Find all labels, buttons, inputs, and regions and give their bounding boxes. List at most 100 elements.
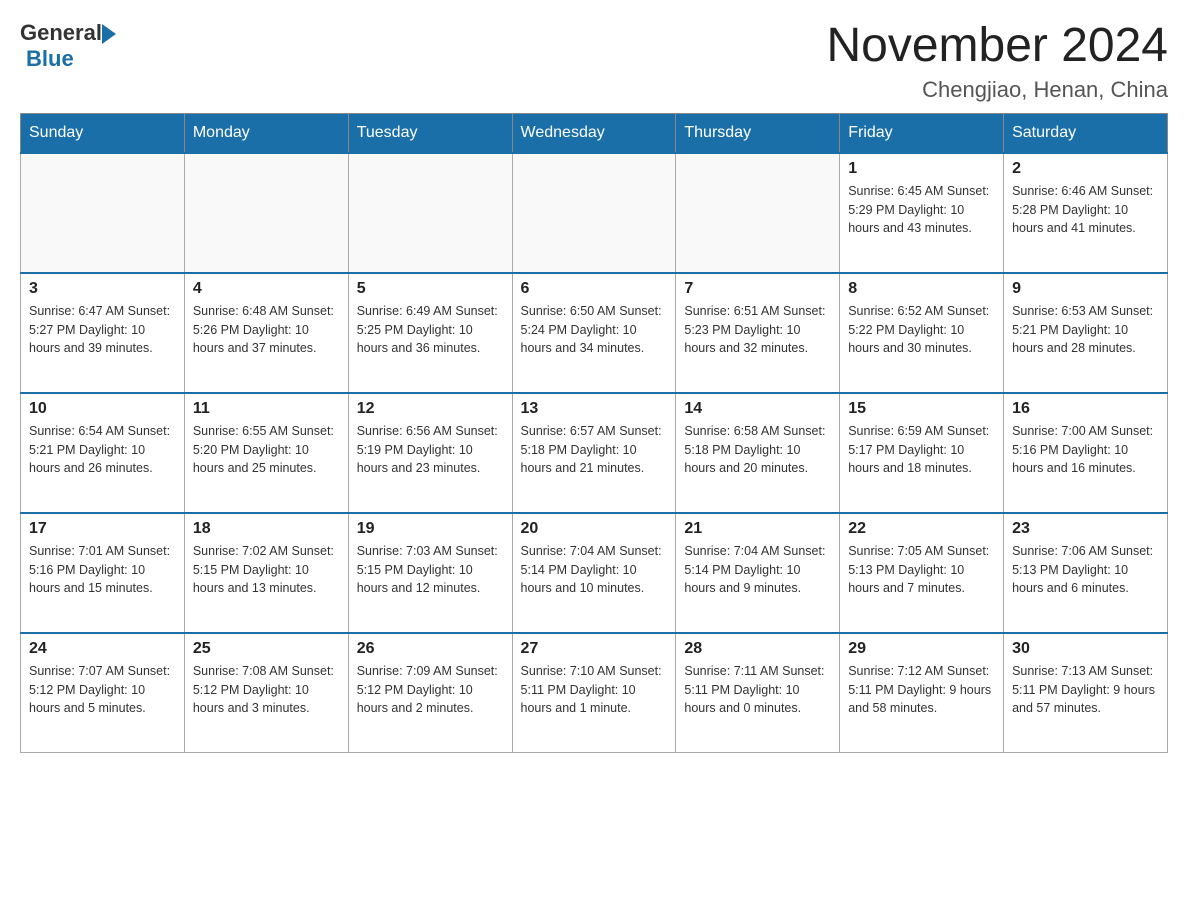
day-cell: 21Sunrise: 7:04 AM Sunset: 5:14 PM Dayli… (676, 513, 840, 633)
day-cell: 5 Sunrise: 6:49 AM Sunset: 5:25 PM Daylig… (348, 273, 512, 393)
week-row-4: 17Sunrise: 7:01 AM Sunset: 5:16 PM Dayli… (21, 513, 1168, 633)
day-number: 13 (521, 400, 668, 418)
day-number: 22 (848, 520, 995, 538)
day-cell: 3 Sunrise: 6:47 AM Sunset: 5:27 PM Daylig… (21, 273, 185, 393)
day-number: 15 (848, 400, 995, 418)
day-cell: 16 Sunrise: 7:00 AM Sunset: 5:16 PM Dayli… (1004, 393, 1168, 513)
week-row-5: 24 Sunrise: 7:07 AM Sunset: 5:12 PM Dayli… (21, 633, 1168, 753)
calendar-title-section: November 2024 Chengjiao, Henan, China (826, 20, 1168, 103)
day-cell: 30 Sunrise: 7:13 AM Sunset: 5:11 PM Dayli… (1004, 633, 1168, 753)
day-cell: 19 Sunrise: 7:03 AM Sunset: 5:15 PM Dayli… (348, 513, 512, 633)
day-info: Sunrise: 7:11 AM Sunset: 5:11 PM Dayligh… (684, 662, 831, 718)
day-number: 10 (29, 400, 176, 418)
day-cell: 13Sunrise: 6:57 AM Sunset: 5:18 PM Dayli… (512, 393, 676, 513)
day-info: Sunrise: 7:07 AM Sunset: 5:12 PM Dayligh… (29, 662, 176, 718)
day-info: Sunrise: 6:58 AM Sunset: 5:18 PM Dayligh… (684, 422, 831, 478)
day-number: 27 (521, 640, 668, 658)
week-row-2: 3 Sunrise: 6:47 AM Sunset: 5:27 PM Daylig… (21, 273, 1168, 393)
day-cell: 25 Sunrise: 7:08 AM Sunset: 5:12 PM Dayli… (184, 633, 348, 753)
day-info: Sunrise: 7:08 AM Sunset: 5:12 PM Dayligh… (193, 662, 340, 718)
day-cell: 12 Sunrise: 6:56 AM Sunset: 5:19 PM Dayli… (348, 393, 512, 513)
day-cell: 18 Sunrise: 7:02 AM Sunset: 5:15 PM Dayli… (184, 513, 348, 633)
day-info: Sunrise: 6:54 AM Sunset: 5:21 PM Dayligh… (29, 422, 176, 478)
day-number: 4 (193, 280, 340, 298)
day-info: Sunrise: 6:53 AM Sunset: 5:21 PM Dayligh… (1012, 302, 1159, 358)
col-friday: Friday (840, 113, 1004, 153)
day-cell: 14 Sunrise: 6:58 AM Sunset: 5:18 PM Dayli… (676, 393, 840, 513)
day-cell: 2 Sunrise: 6:46 AM Sunset: 5:28 PM Daylig… (1004, 153, 1168, 273)
col-tuesday: Tuesday (348, 113, 512, 153)
day-info: Sunrise: 7:05 AM Sunset: 5:13 PM Dayligh… (848, 542, 995, 598)
day-number: 18 (193, 520, 340, 538)
day-number: 9 (1012, 280, 1159, 298)
day-number: 11 (193, 400, 340, 418)
day-info: Sunrise: 6:59 AM Sunset: 5:17 PM Dayligh… (848, 422, 995, 478)
day-cell (184, 153, 348, 273)
location-title: Chengjiao, Henan, China (826, 77, 1168, 103)
day-number: 1 (848, 160, 995, 178)
day-cell: 28Sunrise: 7:11 AM Sunset: 5:11 PM Dayli… (676, 633, 840, 753)
day-cell: 4 Sunrise: 6:48 AM Sunset: 5:26 PM Daylig… (184, 273, 348, 393)
day-number: 14 (684, 400, 831, 418)
col-sunday: Sunday (21, 113, 185, 153)
day-number: 19 (357, 520, 504, 538)
day-cell: 7 Sunrise: 6:51 AM Sunset: 5:23 PM Daylig… (676, 273, 840, 393)
day-cell (676, 153, 840, 273)
col-wednesday: Wednesday (512, 113, 676, 153)
day-info: Sunrise: 6:47 AM Sunset: 5:27 PM Dayligh… (29, 302, 176, 358)
col-monday: Monday (184, 113, 348, 153)
day-info: Sunrise: 7:10 AM Sunset: 5:11 PM Dayligh… (521, 662, 668, 718)
day-cell: 24 Sunrise: 7:07 AM Sunset: 5:12 PM Dayli… (21, 633, 185, 753)
day-number: 6 (521, 280, 668, 298)
day-number: 26 (357, 640, 504, 658)
day-cell (512, 153, 676, 273)
day-info: Sunrise: 7:03 AM Sunset: 5:15 PM Dayligh… (357, 542, 504, 598)
week-row-1: 1 Sunrise: 6:45 AM Sunset: 5:29 PM Daylig… (21, 153, 1168, 273)
day-number: 24 (29, 640, 176, 658)
day-number: 16 (1012, 400, 1159, 418)
day-info: Sunrise: 6:48 AM Sunset: 5:26 PM Dayligh… (193, 302, 340, 358)
page-header: General Blue November 2024 Chengjiao, He… (20, 20, 1168, 103)
day-info: Sunrise: 6:50 AM Sunset: 5:24 PM Dayligh… (521, 302, 668, 358)
logo-blue-text: Blue (26, 46, 74, 71)
day-info: Sunrise: 7:04 AM Sunset: 5:14 PM Dayligh… (521, 542, 668, 598)
day-number: 3 (29, 280, 176, 298)
day-info: Sunrise: 7:09 AM Sunset: 5:12 PM Dayligh… (357, 662, 504, 718)
day-cell: 20 Sunrise: 7:04 AM Sunset: 5:14 PM Dayli… (512, 513, 676, 633)
day-number: 29 (848, 640, 995, 658)
day-info: Sunrise: 6:51 AM Sunset: 5:23 PM Dayligh… (684, 302, 831, 358)
day-cell: 15 Sunrise: 6:59 AM Sunset: 5:17 PM Dayli… (840, 393, 1004, 513)
day-cell: 6 Sunrise: 6:50 AM Sunset: 5:24 PM Daylig… (512, 273, 676, 393)
col-saturday: Saturday (1004, 113, 1168, 153)
day-number: 5 (357, 280, 504, 298)
day-info: Sunrise: 7:13 AM Sunset: 5:11 PM Dayligh… (1012, 662, 1159, 718)
logo-general-text: General (20, 20, 102, 46)
calendar-table: Sunday Monday Tuesday Wednesday Thursday… (20, 113, 1168, 754)
day-cell: 1 Sunrise: 6:45 AM Sunset: 5:29 PM Daylig… (840, 153, 1004, 273)
day-info: Sunrise: 6:56 AM Sunset: 5:19 PM Dayligh… (357, 422, 504, 478)
day-info: Sunrise: 7:00 AM Sunset: 5:16 PM Dayligh… (1012, 422, 1159, 478)
day-info: Sunrise: 6:55 AM Sunset: 5:20 PM Dayligh… (193, 422, 340, 478)
day-number: 25 (193, 640, 340, 658)
day-cell: 11 Sunrise: 6:55 AM Sunset: 5:20 PM Dayli… (184, 393, 348, 513)
day-info: Sunrise: 7:02 AM Sunset: 5:15 PM Dayligh… (193, 542, 340, 598)
day-cell (348, 153, 512, 273)
day-info: Sunrise: 6:49 AM Sunset: 5:25 PM Dayligh… (357, 302, 504, 358)
day-cell: 10 Sunrise: 6:54 AM Sunset: 5:21 PM Dayli… (21, 393, 185, 513)
day-cell: 27 Sunrise: 7:10 AM Sunset: 5:11 PM Dayli… (512, 633, 676, 753)
day-cell: 17Sunrise: 7:01 AM Sunset: 5:16 PM Dayli… (21, 513, 185, 633)
day-number: 7 (684, 280, 831, 298)
day-cell (21, 153, 185, 273)
day-number: 8 (848, 280, 995, 298)
day-number: 30 (1012, 640, 1159, 658)
day-number: 12 (357, 400, 504, 418)
day-number: 20 (521, 520, 668, 538)
col-thursday: Thursday (676, 113, 840, 153)
day-number: 2 (1012, 160, 1159, 178)
day-cell: 22 Sunrise: 7:05 AM Sunset: 5:13 PM Dayli… (840, 513, 1004, 633)
day-info: Sunrise: 7:06 AM Sunset: 5:13 PM Dayligh… (1012, 542, 1159, 598)
week-row-3: 10 Sunrise: 6:54 AM Sunset: 5:21 PM Dayli… (21, 393, 1168, 513)
day-info: Sunrise: 6:45 AM Sunset: 5:29 PM Dayligh… (848, 182, 995, 238)
day-info: Sunrise: 6:46 AM Sunset: 5:28 PM Dayligh… (1012, 182, 1159, 238)
logo: General Blue (20, 20, 116, 72)
